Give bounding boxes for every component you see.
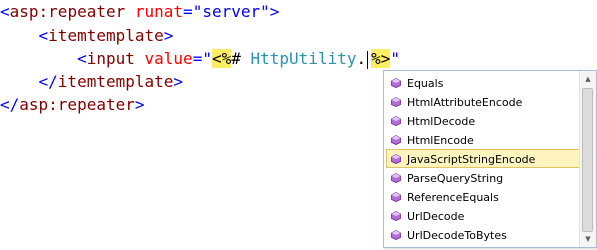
- method-icon: [391, 135, 401, 145]
- completion-item-label: ReferenceEquals: [407, 191, 499, 204]
- code-line-4[interactable]: </itemtemplate>: [0, 70, 184, 94]
- method-icon: [391, 116, 401, 126]
- tag-name: input: [86, 49, 135, 68]
- method-icon: [391, 192, 401, 202]
- tag-name: asp:repeater: [9, 2, 126, 21]
- code-line-1[interactable]: <asp:repeater runat="server">: [0, 0, 279, 24]
- class-reference: HttpUtility: [250, 49, 357, 68]
- intellisense-completion-list[interactable]: Equals HtmlAttributeEncode HtmlDecode Ht…: [383, 70, 597, 248]
- equals-sign: =: [192, 49, 203, 68]
- text-caret: [367, 50, 369, 69]
- tag-name: asp:repeater: [19, 95, 135, 114]
- tag-open-bracket: </: [0, 95, 20, 114]
- tag-open-bracket: <: [38, 26, 49, 45]
- equals-sign: =: [183, 2, 193, 21]
- code-line-3[interactable]: <input value="<%# HttpUtility. %>": [0, 47, 400, 71]
- completion-item-javascriptstringencode[interactable]: JavaScriptStringEncode: [386, 149, 580, 168]
- tag-open-bracket: </: [38, 72, 58, 91]
- member-access-dot: .: [356, 49, 367, 68]
- vertical-scrollbar[interactable]: ▲ ▼: [579, 71, 596, 247]
- databinding-hash: #: [231, 49, 241, 68]
- scroll-down-arrow-icon[interactable]: ▼: [581, 231, 595, 247]
- method-icon: [391, 97, 401, 107]
- method-icon: [391, 154, 401, 164]
- quote-open: ": [202, 49, 212, 68]
- completion-item-referenceequals[interactable]: ReferenceEquals: [386, 187, 580, 206]
- scroll-up-arrow-icon[interactable]: ▲: [581, 71, 595, 87]
- method-icon: [391, 211, 401, 221]
- completion-item-label: HtmlEncode: [407, 134, 474, 147]
- attribute-value: "server": [192, 2, 270, 21]
- attribute-name: value: [144, 49, 193, 68]
- completion-item-label: ParseQueryString: [407, 172, 504, 185]
- method-icon: [391, 78, 401, 88]
- completion-item-parsequerystring[interactable]: ParseQueryString: [386, 168, 580, 187]
- method-icon: [391, 230, 401, 240]
- tag-close-bracket: >: [163, 26, 174, 45]
- completion-item-label: UrlDecodeToBytes: [407, 229, 507, 242]
- tag-name: itemtemplate: [48, 26, 164, 45]
- completion-item-label: HtmlDecode: [407, 115, 476, 128]
- method-icon: [391, 173, 401, 183]
- attribute-name: runat: [134, 2, 184, 21]
- completion-item-label: JavaScriptStringEncode: [407, 153, 536, 166]
- completion-item-equals[interactable]: Equals: [386, 73, 580, 92]
- completion-item-htmldecode[interactable]: HtmlDecode: [386, 111, 580, 130]
- completion-item-htmlencode[interactable]: HtmlEncode: [386, 130, 580, 149]
- tag-open-bracket: <: [0, 2, 10, 21]
- code-line-5[interactable]: </asp:repeater>: [0, 93, 145, 117]
- databinding-delimiter-open: <%: [211, 49, 232, 68]
- tag-close-bracket: >: [134, 95, 145, 114]
- scrollbar-thumb[interactable]: [582, 88, 593, 232]
- tag-close-bracket: >: [269, 2, 280, 21]
- quote-close: ": [390, 49, 401, 68]
- databinding-delimiter-close: %>: [371, 49, 391, 68]
- completion-item-urldecode[interactable]: UrlDecode: [386, 206, 580, 225]
- completion-item-htmlattributeencode[interactable]: HtmlAttributeEncode: [386, 92, 580, 111]
- code-line-2[interactable]: <itemtemplate>: [0, 24, 174, 48]
- completion-item-label: Equals: [407, 77, 444, 90]
- completion-items: Equals HtmlAttributeEncode HtmlDecode Ht…: [386, 73, 580, 244]
- tag-open-bracket: <: [77, 49, 87, 68]
- tag-close-bracket: >: [173, 72, 184, 91]
- completion-item-urldecodetobytes[interactable]: UrlDecodeToBytes: [386, 225, 580, 244]
- completion-item-label: UrlDecode: [407, 210, 465, 223]
- tag-name: itemtemplate: [57, 72, 174, 91]
- completion-item-label: HtmlAttributeEncode: [407, 96, 523, 109]
